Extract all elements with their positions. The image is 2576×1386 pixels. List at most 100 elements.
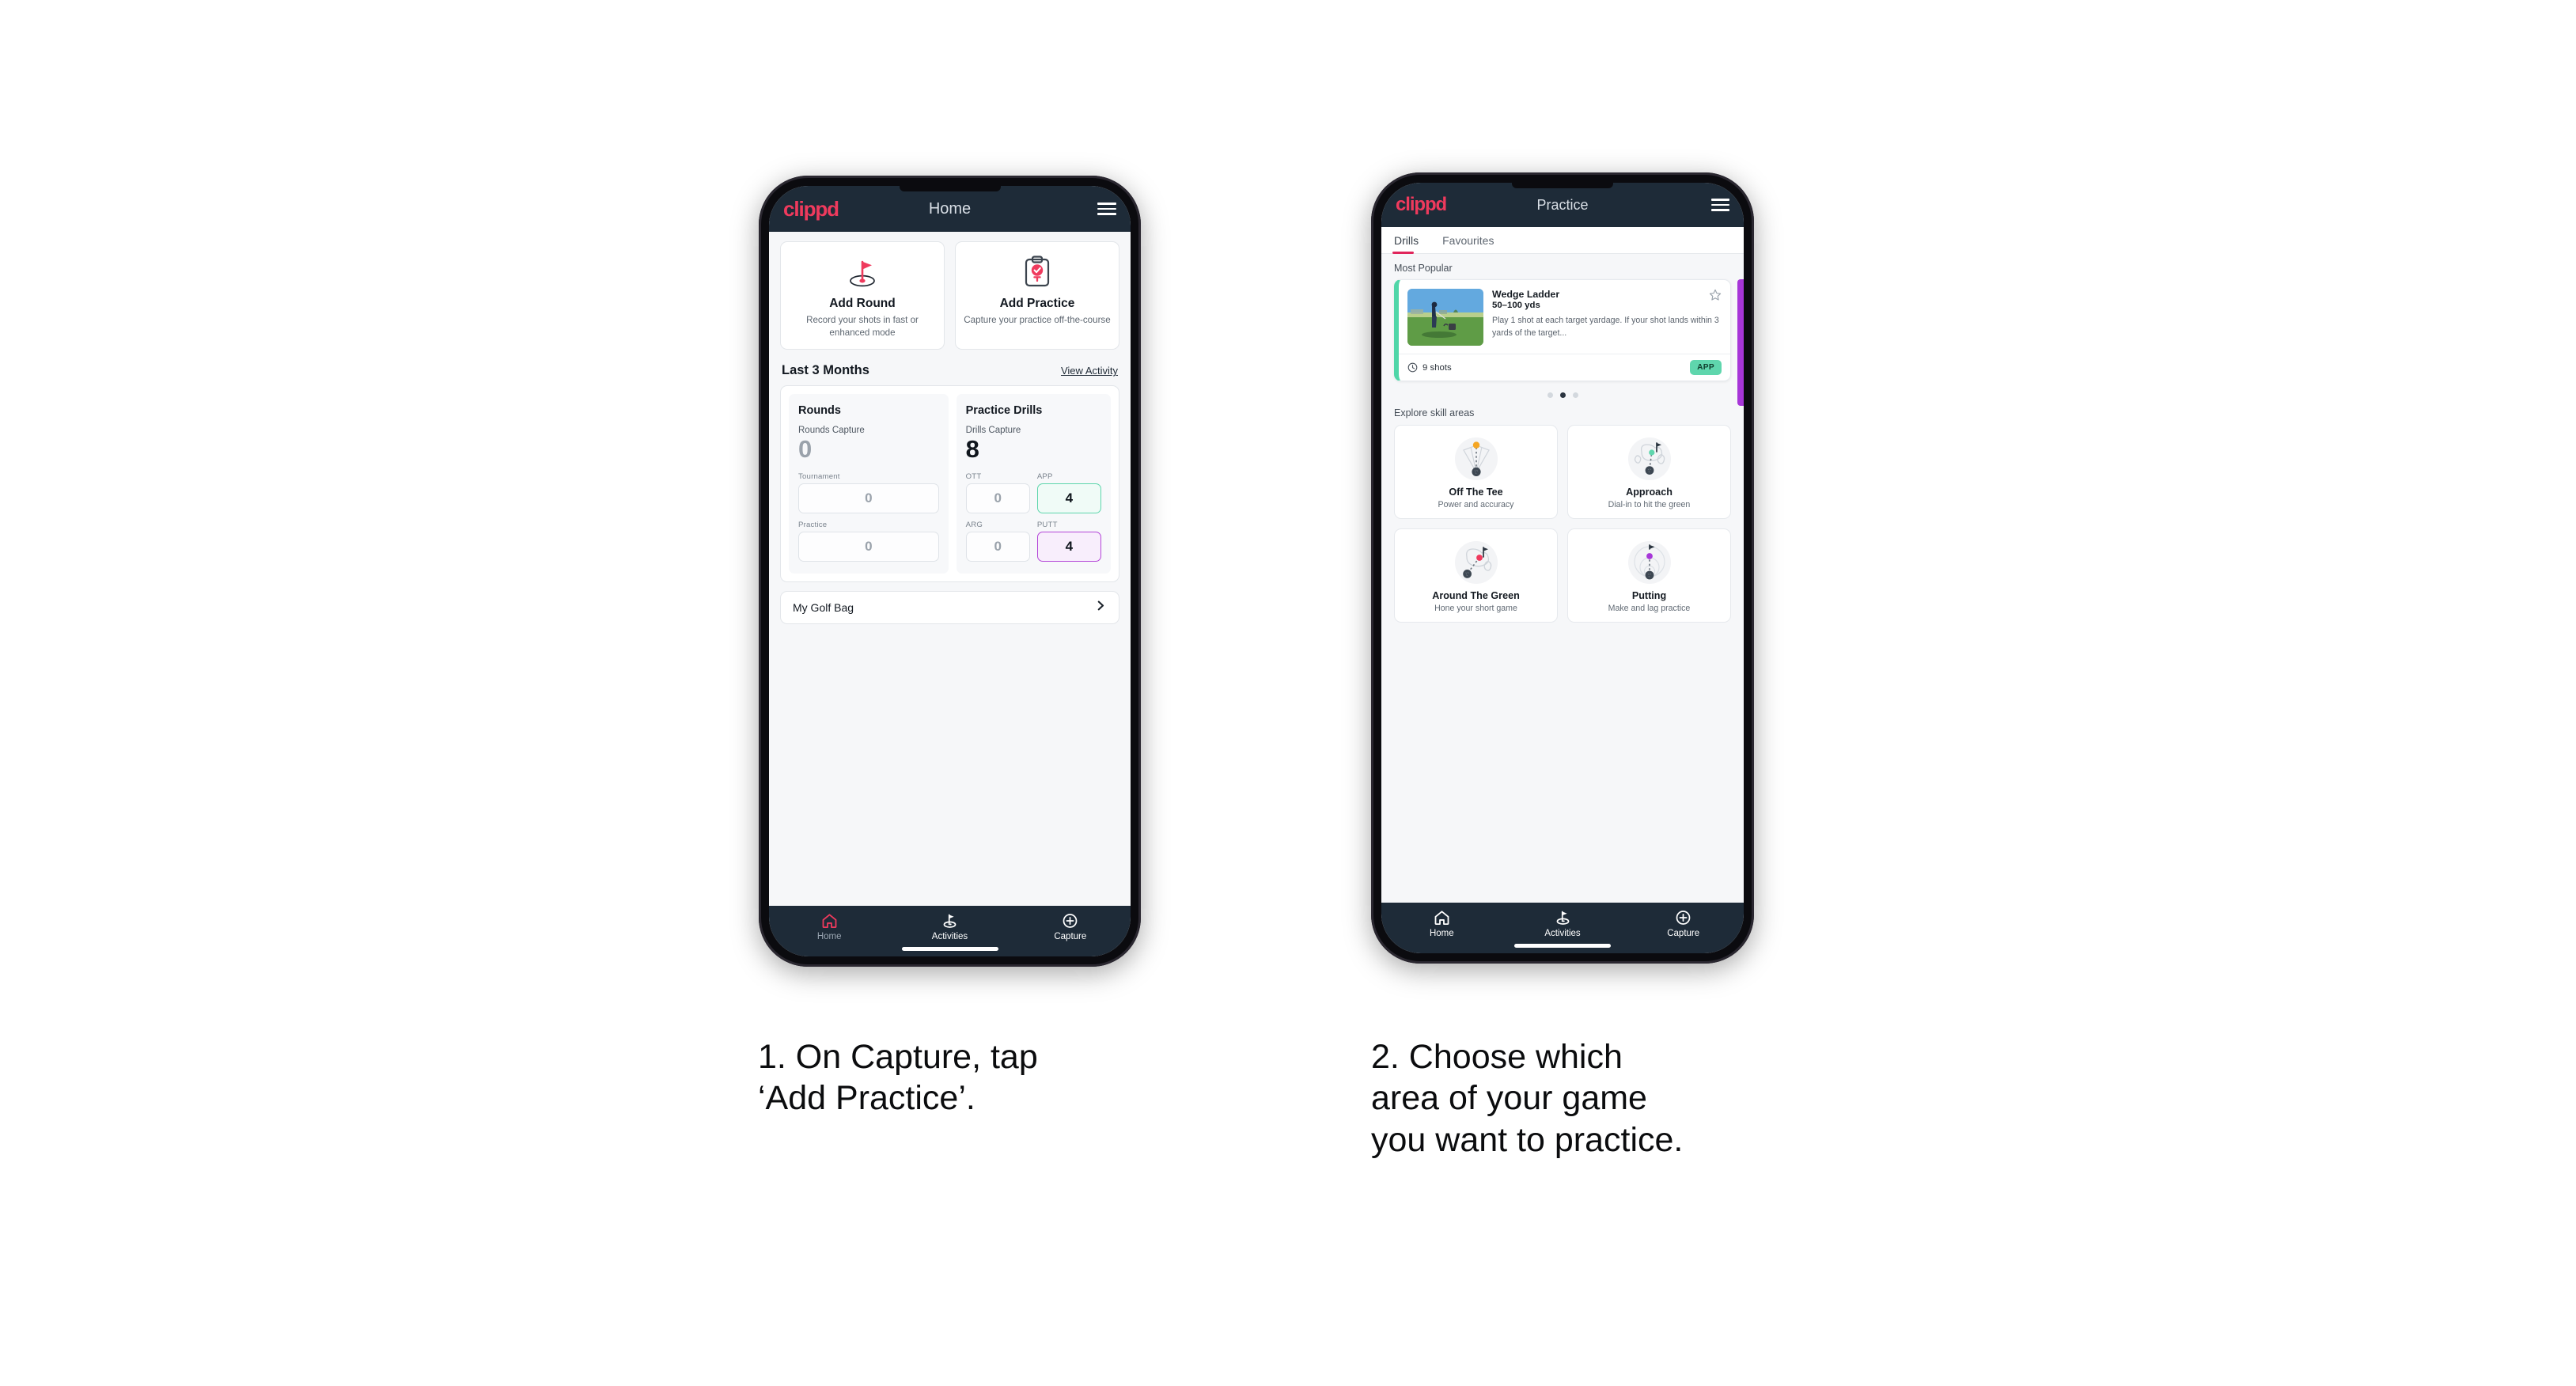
metric-label: OTT (965, 471, 982, 481)
nav-label: Capture (1054, 932, 1087, 941)
practice-tabs: Drills Favourites (1381, 227, 1744, 254)
phone1-bottom-nav: Home Activities Capture (769, 906, 1131, 956)
hamburger-icon[interactable] (1711, 199, 1729, 211)
metric-value[interactable]: 0 (798, 531, 939, 562)
skill-card-off-the-tee[interactable]: Off The Tee Power and accuracy (1394, 425, 1558, 519)
drill-category-badge: APP (1690, 360, 1722, 375)
metric-value[interactable]: 0 (798, 483, 939, 513)
skill-title: Putting (1631, 590, 1667, 601)
drill-card-wedge-ladder[interactable]: Wedge Ladder 50–100 yds Play 1 shot at e… (1394, 279, 1731, 381)
carousel-dot[interactable] (1547, 392, 1553, 398)
explore-skill-areas-label: Explore skill areas (1394, 407, 1475, 418)
drill-carousel[interactable]: Wedge Ladder 50–100 yds Play 1 shot at e… (1381, 279, 1744, 406)
clipboard-check-icon (1021, 254, 1053, 290)
phone1-appbar: clippd Home (769, 186, 1131, 232)
rounds-capture-label: Rounds Capture (798, 426, 865, 436)
phone2-bottom-nav: Home Activities Capture (1381, 903, 1744, 953)
caption-step-2: 2. Choose which area of your game you wa… (1371, 1038, 1684, 1159)
golf-flag-icon (1556, 911, 1569, 925)
skill-subtitle: Dial-in to hit the green (1608, 500, 1691, 509)
putting-icon (1619, 537, 1680, 588)
skill-card-putting[interactable]: Putting Make and lag practice (1567, 528, 1731, 623)
metric-value[interactable]: 0 (965, 531, 1030, 562)
carousel-dot-active[interactable] (1559, 392, 1566, 398)
metric-value[interactable]: 0 (965, 483, 1030, 513)
tab-drills[interactable]: Drills (1392, 234, 1419, 254)
plus-circle-icon (1063, 914, 1078, 928)
nav-label: Home (816, 932, 842, 941)
hamburger-icon[interactable] (1097, 203, 1116, 215)
hamburger-bar (1711, 199, 1729, 201)
drills-heading: Practice Drills (965, 404, 1043, 418)
metric-value[interactable]: 4 (1036, 531, 1101, 562)
skill-card-approach[interactable]: Approach Dial-in to hit the green (1567, 425, 1731, 519)
carousel-dots[interactable] (1394, 381, 1731, 406)
hamburger-bar (1097, 207, 1116, 210)
drills-capture-label: Drills Capture (965, 426, 1021, 436)
add-round-card[interactable]: Add Round Record your shots in fast or e… (780, 241, 945, 350)
hamburger-bar (1711, 203, 1729, 206)
add-round-subtitle: Record your shots in fast or enhanced mo… (806, 315, 919, 338)
hamburger-bar (1097, 213, 1116, 215)
drill-description: Play 1 shot at each target yardage. If y… (1492, 316, 1719, 338)
add-practice-card[interactable]: Add Practice Capture your practice off-t… (955, 241, 1119, 350)
metric-app: APP 4 (1036, 472, 1101, 513)
nav-label: Activities (931, 932, 968, 941)
skill-title: Around The Green (1432, 590, 1520, 601)
metric-tournament: Tournament 0 (798, 472, 939, 513)
metric-value[interactable]: 4 (1036, 483, 1101, 513)
hamburger-bar (1097, 203, 1116, 205)
add-practice-subtitle: Capture your practice off-the-course (964, 315, 1111, 325)
next-card-peek[interactable] (1737, 279, 1744, 406)
metric-practice: Practice 0 (798, 521, 939, 562)
approach-icon (1619, 434, 1680, 484)
metric-label: Practice (798, 520, 828, 529)
nav-item-capture[interactable]: Capture (1010, 913, 1131, 941)
clippd-logo[interactable]: clippd (1396, 194, 1447, 216)
nav-label: Home (1429, 929, 1454, 938)
phone-mockup-home: clippd Home Add Round Record your shots … (759, 176, 1141, 967)
phone-mockup-practice: clippd Practice Drills Favourites Most P… (1371, 172, 1754, 964)
skill-card-around-the-green[interactable]: Around The Green Hone your short game (1394, 528, 1558, 623)
nav-item-activities[interactable]: Activities (889, 913, 1010, 941)
metric-arg: ARG 0 (965, 520, 1030, 562)
caption-step-1: 1. On Capture, tap ‘Add Practice’. (758, 1038, 1038, 1118)
rounds-heading: Rounds (798, 404, 841, 418)
clock-icon (1407, 362, 1418, 373)
nav-item-home[interactable]: Home (1381, 910, 1502, 938)
drill-thumbnail (1407, 289, 1483, 346)
carousel-dot[interactable] (1572, 392, 1578, 398)
nav-item-activities[interactable]: Activities (1502, 910, 1623, 938)
nav-item-home[interactable]: Home (769, 913, 889, 941)
my-golf-bag-row[interactable]: My Golf Bag (780, 590, 1119, 624)
star-outline-icon[interactable] (1709, 289, 1722, 305)
metric-label: PUTT (1036, 520, 1058, 529)
skill-subtitle: Hone your short game (1434, 604, 1517, 613)
drill-title: Wedge Ladder (1492, 289, 1560, 300)
metric-label: ARG (965, 520, 983, 529)
my-golf-bag-label: My Golf Bag (793, 600, 854, 614)
view-activity-link[interactable]: View Activity (1061, 365, 1118, 377)
skill-subtitle: Make and lag practice (1608, 604, 1691, 613)
drill-shots-count: 9 shots (1422, 362, 1452, 373)
phone2-notch (1512, 183, 1613, 188)
add-practice-title: Add Practice (999, 297, 1075, 310)
nav-label: Activities (1544, 929, 1581, 938)
home-indicator (901, 947, 998, 951)
most-popular-label: Most Popular (1394, 263, 1453, 274)
stats-card: Rounds Rounds Capture 0 Tournament 0 Pra… (780, 385, 1119, 582)
clippd-logo[interactable]: clippd (783, 197, 839, 222)
phone2-appbar: clippd Practice (1381, 183, 1744, 227)
skill-title: Approach (1626, 487, 1673, 498)
phone1-screen: clippd Home Add Round Record your shots … (769, 186, 1131, 956)
last-3-months-header: Last 3 Months View Activity (780, 350, 1119, 385)
metric-putt: PUTT 4 (1036, 520, 1101, 562)
phone2-body: Drills Favourites Most Popular Wedge Lad… (1381, 227, 1744, 903)
drill-yardage: 50–100 yds (1492, 301, 1540, 310)
off-the-tee-icon (1446, 434, 1506, 484)
nav-item-capture[interactable]: Capture (1623, 910, 1744, 938)
chevron-right-icon (1095, 600, 1107, 615)
tab-favourites[interactable]: Favourites (1442, 234, 1494, 253)
home-indicator (1514, 944, 1611, 948)
rounds-capture-value: 0 (798, 435, 813, 464)
